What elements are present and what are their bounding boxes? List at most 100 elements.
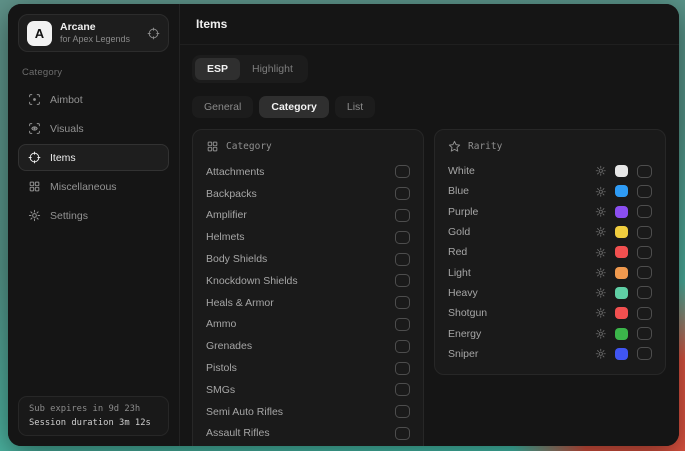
category-row-label: SMGs [206,384,235,396]
tab-general[interactable]: General [192,96,253,118]
category-row: LMGs [206,444,410,446]
rarity-row-controls [595,327,653,340]
color-swatch[interactable] [615,267,628,279]
category-row-label: Grenades [206,340,252,352]
gear-icon[interactable] [595,328,607,340]
checkbox[interactable] [637,165,652,178]
checkbox[interactable] [637,307,652,320]
main-area: Items ESPHighlight GeneralCategoryList C… [180,4,679,446]
crosshair-icon[interactable] [147,27,160,40]
checkbox[interactable] [637,286,652,299]
sidebar-item-items[interactable]: Items [18,144,169,171]
rarity-row: Blue [448,181,652,201]
category-row: Attachments [206,161,410,183]
star-icon [448,140,461,153]
color-swatch[interactable] [615,185,628,197]
checkbox[interactable] [395,253,410,266]
category-row: Heals & Armor [206,292,410,314]
main-body: ESPHighlight GeneralCategoryList Categor… [180,45,679,446]
rarity-row-label: Heavy [448,287,595,299]
category-row: Body Shields [206,248,410,270]
checkbox[interactable] [395,231,410,244]
checkbox[interactable] [637,205,652,218]
rarity-row-controls [595,165,653,178]
rarity-row-controls [595,226,653,239]
gear-icon[interactable] [595,287,607,299]
checkbox[interactable] [637,327,652,340]
rarity-row-controls [595,266,653,279]
sidebar-item-miscellaneous[interactable]: Miscellaneous [18,173,169,200]
color-swatch[interactable] [615,206,628,218]
sidebar-item-aimbot[interactable]: Aimbot [18,86,169,113]
category-row-label: Attachments [206,166,264,178]
rarity-row: Red [448,242,652,262]
rarity-row-label: Gold [448,226,595,238]
category-row-label: Assault Rifles [206,427,270,439]
rarity-row: Heavy [448,283,652,303]
checkbox[interactable] [395,274,410,287]
sidebar-item-visuals[interactable]: Visuals [18,115,169,142]
aimbot-scan-icon [28,93,41,106]
gear-icon[interactable] [595,226,607,238]
checkbox[interactable] [395,340,410,353]
category-row-label: Heals & Armor [206,297,274,309]
category-row-label: Body Shields [206,253,267,265]
sidebar: A Arcane for Apex Legends Category Aimbo… [8,4,180,446]
color-swatch[interactable] [615,287,628,299]
mode-esp-segment[interactable]: ESP [195,58,240,80]
gear-icon [28,209,41,222]
color-swatch[interactable] [615,165,628,177]
gear-icon[interactable] [595,348,607,360]
tab-list[interactable]: List [335,96,375,118]
rarity-row-label: Purple [448,206,595,218]
sidebar-item-settings[interactable]: Settings [18,202,169,229]
category-row-label: Pistols [206,362,237,374]
category-row: Semi Auto Rifles [206,401,410,423]
checkbox[interactable] [395,383,410,396]
gear-icon[interactable] [595,267,607,279]
checkbox[interactable] [637,246,652,259]
checkbox[interactable] [395,296,410,309]
gear-icon[interactable] [595,165,607,177]
checkbox[interactable] [637,226,652,239]
visuals-scan-eye-icon [28,122,41,135]
sidebar-item-label: Visuals [50,123,84,135]
checkbox[interactable] [395,165,410,178]
color-swatch[interactable] [615,348,628,360]
rarity-row-label: Red [448,246,595,258]
tab-category[interactable]: Category [259,96,329,118]
brand-subtitle: for Apex Legends [60,34,139,45]
gear-icon[interactable] [595,247,607,259]
checkbox[interactable] [637,347,652,360]
checkbox[interactable] [637,185,652,198]
checkbox[interactable] [395,318,410,331]
color-swatch[interactable] [615,226,628,238]
sidebar-item-label: Aimbot [50,94,83,106]
category-row-label: Knockdown Shields [206,275,298,287]
color-swatch[interactable] [615,328,628,340]
mode-highlight-segment[interactable]: Highlight [240,58,305,80]
color-swatch[interactable] [615,246,628,258]
rarity-row-label: White [448,165,595,177]
checkbox[interactable] [395,405,410,418]
checkbox[interactable] [637,266,652,279]
checkbox[interactable] [395,427,410,440]
rarity-row: Gold [448,222,652,242]
rarity-row: Light [448,262,652,282]
checkbox[interactable] [395,209,410,222]
rarity-panel-header: Rarity [448,140,652,153]
checkbox[interactable] [395,362,410,375]
checkbox[interactable] [395,187,410,200]
brand-logo: A [27,21,52,46]
sidebar-item-label: Settings [50,210,88,222]
gear-icon[interactable] [595,307,607,319]
gear-icon[interactable] [595,186,607,198]
items-crosshair-icon [28,151,41,164]
category-row: Amplifier [206,205,410,227]
color-swatch[interactable] [615,307,628,319]
category-row: Helmets [206,226,410,248]
category-row-label: Backpacks [206,188,257,200]
brand-card: A Arcane for Apex Legends [18,14,169,52]
rarity-row: Shotgun [448,303,652,323]
gear-icon[interactable] [595,206,607,218]
